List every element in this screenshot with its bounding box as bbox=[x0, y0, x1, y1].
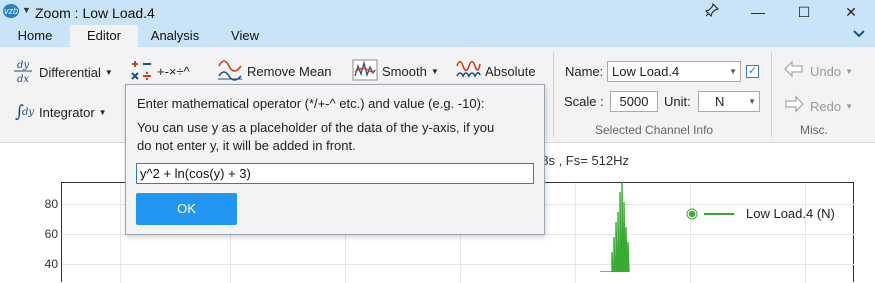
differential-label: Differential bbox=[39, 65, 101, 80]
y-tick-label: 40 bbox=[44, 257, 58, 271]
legend-label: Low Load.4 (N) bbox=[746, 206, 835, 221]
close-button[interactable]: ✕ bbox=[828, 0, 874, 25]
tab-analysis[interactable]: Analysis bbox=[138, 25, 212, 47]
redo-icon bbox=[782, 94, 806, 119]
chevron-down-icon: ▼ bbox=[845, 102, 853, 111]
chevron-down-icon: ▼ bbox=[729, 67, 737, 76]
grid-line bbox=[690, 183, 691, 283]
scale-label: Scale : bbox=[564, 94, 604, 109]
channel-name-value: Low Load.4 bbox=[612, 64, 680, 79]
scale-value: 5000 bbox=[619, 94, 649, 109]
chevron-down-icon: ▼ bbox=[845, 67, 853, 76]
pin-icon[interactable] bbox=[689, 0, 735, 25]
title-bar: vzb ▼ Zoom : Low Load.4 — ☐ ✕ bbox=[0, 0, 875, 25]
remove-mean-icon bbox=[217, 58, 243, 85]
chevron-down-icon: ▼ bbox=[748, 97, 756, 106]
smooth-label: Smooth bbox=[382, 64, 427, 79]
svg-text:dy: dy bbox=[22, 107, 34, 118]
integral-icon: ∫ dy bbox=[11, 100, 35, 125]
absolute-button[interactable]: Absolute bbox=[455, 58, 536, 85]
differential-button[interactable]: dy dx Differential ▼ bbox=[11, 58, 113, 87]
app-icon[interactable]: vzb bbox=[3, 4, 19, 18]
integrator-label: Integrator bbox=[39, 105, 95, 120]
ribbon-tab-bar: Home Editor Analysis View bbox=[0, 25, 875, 47]
chevron-down-icon: ▼ bbox=[104, 68, 113, 77]
quick-access-dropdown-icon[interactable]: ▼ bbox=[22, 5, 31, 15]
chart-legend[interactable]: Low Load.4 (N) bbox=[686, 206, 835, 221]
minimize-button[interactable]: — bbox=[735, 0, 781, 25]
ribbon-separator bbox=[553, 52, 554, 137]
redo-button[interactable]: Redo ▼ bbox=[782, 94, 853, 119]
legend-marker-icon bbox=[686, 208, 734, 219]
grid-line bbox=[805, 183, 806, 283]
chevron-down-icon: ▼ bbox=[98, 108, 107, 117]
absolute-icon bbox=[455, 58, 481, 85]
channel-name-combo[interactable]: Low Load.4 ▼ bbox=[607, 61, 741, 82]
grid-line bbox=[575, 183, 576, 283]
smooth-icon bbox=[352, 58, 378, 85]
grid-line bbox=[62, 264, 854, 265]
expression-input[interactable] bbox=[136, 163, 534, 184]
unit-label: Unit: bbox=[664, 94, 691, 109]
svg-text:dx: dx bbox=[17, 74, 29, 84]
tab-view[interactable]: View bbox=[212, 25, 278, 47]
tab-home[interactable]: Home bbox=[0, 25, 70, 47]
remove-mean-button[interactable]: Remove Mean bbox=[217, 58, 332, 85]
scale-input[interactable]: 5000 bbox=[610, 91, 658, 112]
apply-name-checkbox[interactable]: ✓ bbox=[746, 65, 759, 78]
redo-label: Redo bbox=[810, 99, 842, 114]
unit-value: N bbox=[715, 94, 725, 109]
grid-line bbox=[120, 183, 121, 283]
derivative-icon: dy dx bbox=[11, 58, 35, 87]
absolute-label: Absolute bbox=[485, 64, 536, 79]
undo-button[interactable]: Undo ▼ bbox=[782, 59, 853, 84]
integrator-button[interactable]: ∫ dy Integrator ▼ bbox=[11, 100, 107, 125]
math-operations-label: +-×÷^ bbox=[157, 64, 190, 79]
signal-path bbox=[600, 182, 630, 272]
chart-title: 18s , Fs= 512Hz bbox=[534, 153, 630, 168]
dialog-hint-line-2: do not enter y, it will be added in fron… bbox=[137, 138, 356, 153]
y-tick-label: 60 bbox=[44, 227, 58, 241]
svg-text:dy: dy bbox=[17, 60, 29, 71]
collapse-ribbon-icon[interactable] bbox=[853, 28, 865, 42]
undo-label: Undo bbox=[810, 64, 842, 79]
ok-button[interactable]: OK bbox=[136, 193, 237, 225]
signal-series-line bbox=[600, 182, 630, 272]
tab-editor[interactable]: Editor bbox=[70, 25, 138, 47]
group-label-channel-info: Selected Channel Info bbox=[595, 123, 714, 137]
group-label-misc: Misc. bbox=[800, 123, 828, 137]
calculator-icon bbox=[129, 58, 153, 85]
smooth-button[interactable]: Smooth ▼ bbox=[352, 58, 439, 85]
window-title: Zoom : Low Load.4 bbox=[35, 5, 155, 21]
unit-combo[interactable]: N ▼ bbox=[698, 91, 760, 112]
dialog-instruction: Enter mathematical operator (*/+-^ etc.)… bbox=[137, 96, 485, 111]
undo-icon bbox=[782, 59, 806, 84]
maximize-button[interactable]: ☐ bbox=[781, 0, 827, 25]
ribbon-separator bbox=[771, 52, 772, 137]
chevron-down-icon: ▼ bbox=[430, 67, 439, 76]
name-label: Name: bbox=[565, 64, 604, 79]
dialog-hint-line-1: You can use y as a placeholder of the da… bbox=[137, 120, 495, 135]
math-operations-button[interactable]: +-×÷^ bbox=[129, 58, 190, 85]
math-operator-dialog: Enter mathematical operator (*/+-^ etc.)… bbox=[125, 84, 545, 235]
y-tick-label: 80 bbox=[44, 197, 58, 211]
remove-mean-label: Remove Mean bbox=[247, 64, 332, 79]
